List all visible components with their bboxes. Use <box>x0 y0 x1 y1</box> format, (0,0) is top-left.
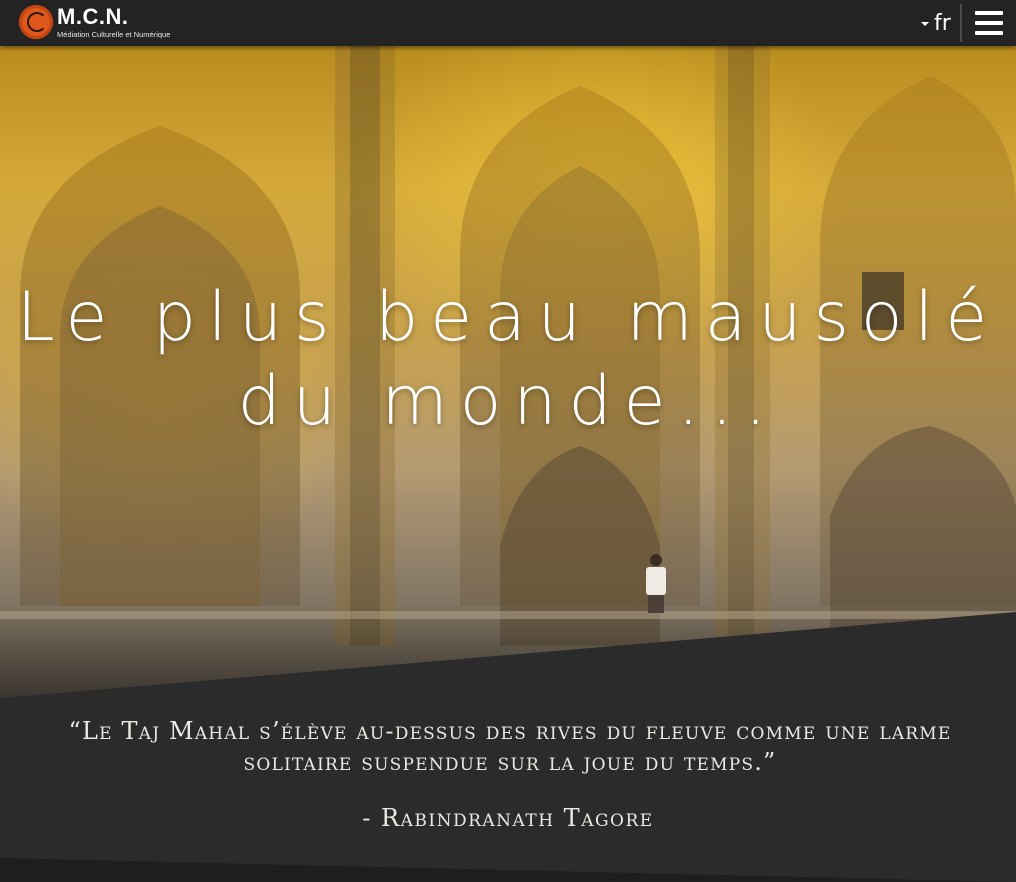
circle-logo-icon <box>19 5 53 39</box>
site-header: M.C.N. Médiation Culturelle et Numérique… <box>0 0 1016 46</box>
logo-title: M.C.N. <box>57 4 129 29</box>
hero-title-line2: du monde... <box>237 362 779 441</box>
quote-text: “Le Taj Mahal s’élève au-dessus des rive… <box>68 717 952 776</box>
quote-author: - Rabindranath Tagore <box>362 804 654 832</box>
hamburger-menu-icon[interactable] <box>975 11 1003 35</box>
hero-title-line1: Le plus beau mausolé <box>16 278 1000 357</box>
header-divider <box>960 4 962 42</box>
logo-subtitle: Médiation Culturelle et Numérique <box>57 30 171 39</box>
hero-title: Le plus beau mausolé du monde... <box>0 276 1016 444</box>
hero-banner: Le plus beau mausolé du monde... <box>0 46 1016 698</box>
language-selector[interactable]: fr <box>921 8 951 38</box>
language-label: fr <box>934 10 951 36</box>
site-logo[interactable]: M.C.N. Médiation Culturelle et Numérique <box>19 4 171 41</box>
caret-down-icon <box>921 22 929 26</box>
